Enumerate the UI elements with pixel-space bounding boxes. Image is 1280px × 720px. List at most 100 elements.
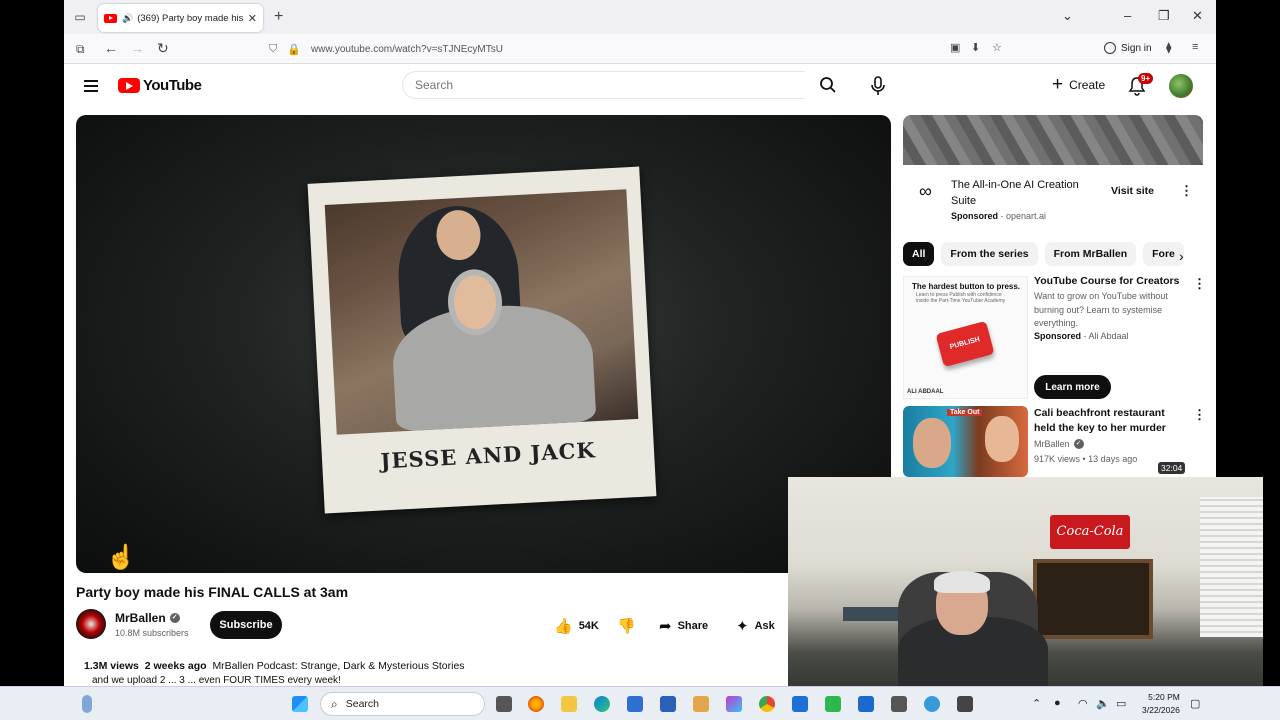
related-more-options-icon[interactable]: ⋮: [1193, 407, 1206, 423]
app-icon[interactable]: [726, 696, 742, 712]
ad-title[interactable]: The All-in-One AI Creation Suite: [951, 177, 1096, 209]
ad2-title[interactable]: YouTube Course for Creators: [1034, 275, 1179, 287]
app-icon[interactable]: [891, 696, 907, 712]
wifi-icon[interactable]: ◠: [1078, 697, 1088, 710]
speaker-icon[interactable]: 🔊: [122, 13, 133, 24]
url-bar[interactable]: ⛉ 🔒 www.youtube.com/watch?v=sTJNEcyMTsU: [269, 39, 829, 59]
app-icon[interactable]: [792, 696, 808, 712]
copilot-icon[interactable]: [82, 695, 92, 713]
share-button[interactable]: ➦ Share: [659, 617, 708, 635]
reload-icon[interactable]: ↻: [157, 40, 169, 57]
youtube-favicon-icon: [104, 13, 117, 23]
notification-center-icon[interactable]: ▢: [1190, 697, 1200, 710]
photos-icon[interactable]: [693, 696, 709, 712]
maximize-icon[interactable]: ❐: [1158, 8, 1170, 24]
related-video-channel[interactable]: MrBallen ✓: [1034, 439, 1084, 449]
video-player[interactable]: JESSE AND JACK ☝: [76, 115, 891, 573]
create-button[interactable]: + Create: [1052, 75, 1105, 94]
extensions-icon[interactable]: ⧫: [1166, 41, 1171, 54]
taskbar-search[interactable]: ⌕ Search: [320, 692, 485, 716]
tab-overflow-chevron-icon[interactable]: ⌄: [1062, 8, 1073, 24]
minimize-icon[interactable]: –: [1124, 8, 1131, 23]
youtube-header: YouTube + Create 9+: [64, 64, 1216, 110]
video-thumbnail[interactable]: Take Out: [903, 406, 1028, 477]
channel-avatar[interactable]: [76, 609, 106, 639]
volume-icon[interactable]: 🔈: [1096, 697, 1110, 710]
subscriber-count: 10.8M subscribers: [115, 628, 189, 638]
playlist-link[interactable]: MrBallen Podcast: Strange, Dark & Myster…: [212, 660, 464, 672]
system-clock[interactable]: 5:20 PM 3/22/2026: [1142, 691, 1180, 717]
ad2-description: Want to grow on YouTube without burning …: [1034, 291, 1168, 328]
mouse-pointer-icon: ☝: [106, 544, 136, 571]
polaroid-photo: JESSE AND JACK: [307, 166, 657, 514]
account-avatar[interactable]: [1169, 74, 1193, 98]
browser-tab[interactable]: 🔊 (369) Party boy made his FI ✕: [98, 4, 263, 32]
close-tab-icon[interactable]: ✕: [248, 12, 257, 25]
voice-search-icon[interactable]: [870, 76, 886, 96]
task-view-icon[interactable]: [496, 696, 512, 712]
app-icon[interactable]: [957, 696, 973, 712]
bookmark-star-icon[interactable]: ☆: [992, 41, 1002, 54]
guide-menu-icon[interactable]: [84, 80, 98, 92]
app-icon[interactable]: [660, 696, 676, 712]
ad-more-options-icon[interactable]: ⋮: [1180, 183, 1193, 199]
file-explorer-icon[interactable]: [561, 696, 577, 712]
related-video-title[interactable]: Cali beachfront restaurant held the key …: [1034, 406, 1184, 436]
shield-icon[interactable]: ⛉: [269, 43, 277, 56]
ad-thumb-heading: The hardest button to press.: [912, 282, 1021, 291]
url-text[interactable]: www.youtube.com/watch?v=sTJNEcyMTsU: [311, 44, 503, 55]
store-icon[interactable]: [627, 696, 643, 712]
app-icon[interactable]: [825, 696, 841, 712]
app-icon[interactable]: [858, 696, 874, 712]
lock-icon[interactable]: 🔒: [287, 43, 301, 56]
chip-fore[interactable]: Fore: [1143, 242, 1184, 266]
related-channel-name[interactable]: MrBallen: [1034, 439, 1070, 449]
sidebar-toggle-icon[interactable]: ⧉: [76, 42, 85, 57]
menu-icon[interactable]: ≡: [1192, 41, 1198, 53]
new-tab-icon[interactable]: +: [274, 8, 283, 26]
chrome-icon[interactable]: [759, 696, 775, 712]
translate-icon[interactable]: ▣: [950, 41, 960, 54]
back-icon[interactable]: ←: [104, 40, 118, 56]
ad2-more-options-icon[interactable]: ⋮: [1193, 276, 1206, 292]
search-input[interactable]: [402, 71, 805, 99]
sign-in-button[interactable]: Sign in: [1104, 42, 1152, 54]
ask-button[interactable]: ✦ Ask: [736, 617, 775, 635]
search-button[interactable]: [805, 71, 851, 99]
app-icon[interactable]: [924, 696, 940, 712]
like-button[interactable]: 👍 54K: [554, 617, 599, 635]
chip-from-mrballen[interactable]: From MrBallen: [1044, 242, 1137, 266]
visit-site-button[interactable]: Visit site: [1111, 185, 1154, 197]
close-window-icon[interactable]: ✕: [1192, 8, 1203, 24]
channel-name[interactable]: MrBallen ✓: [115, 611, 180, 625]
search-icon: ⌕: [331, 696, 338, 711]
ad-sponsored-line: Sponsored · openart.ai: [951, 211, 1047, 221]
tray-app-icon[interactable]: ●: [1054, 697, 1061, 709]
description-meta[interactable]: 1.3M views 2 weeks ago MrBallen Podcast:…: [84, 660, 465, 672]
clock-time: 5:20 PM: [1148, 692, 1180, 702]
edge-icon[interactable]: [594, 696, 610, 712]
clock-date: 3/22/2026: [1142, 705, 1180, 715]
save-to-pocket-icon[interactable]: ⬇: [971, 41, 980, 54]
logo-text: YouTube: [143, 77, 202, 94]
ad-banner-image[interactable]: [903, 115, 1203, 165]
tray-overflow-icon[interactable]: ⌃: [1032, 697, 1041, 710]
chip-from-the-series[interactable]: From the series: [941, 242, 1038, 266]
dislike-button[interactable]: 👎: [617, 617, 642, 635]
tab-list-icon[interactable]: ▭: [72, 9, 88, 25]
windows-start-icon[interactable]: [292, 696, 308, 712]
learn-more-button[interactable]: Learn more: [1034, 375, 1111, 399]
ad-thumbnail[interactable]: The hardest button to press. Learn to pr…: [903, 276, 1028, 399]
chip-all[interactable]: All: [903, 242, 935, 266]
channel-name-label[interactable]: MrBallen: [115, 611, 166, 625]
sponsored-label: Sponsored: [1034, 331, 1082, 341]
youtube-logo[interactable]: YouTube: [118, 77, 202, 94]
subscribe-button[interactable]: Subscribe: [210, 611, 282, 639]
fireplace: [1033, 559, 1153, 639]
battery-icon[interactable]: ▭: [1116, 697, 1126, 710]
chevron-right-icon[interactable]: ›: [1179, 248, 1184, 264]
notification-count-badge: 9+: [1138, 73, 1154, 84]
search-icon: [820, 77, 836, 93]
forward-icon[interactable]: →: [130, 40, 144, 56]
firefox-icon[interactable]: [528, 696, 544, 712]
